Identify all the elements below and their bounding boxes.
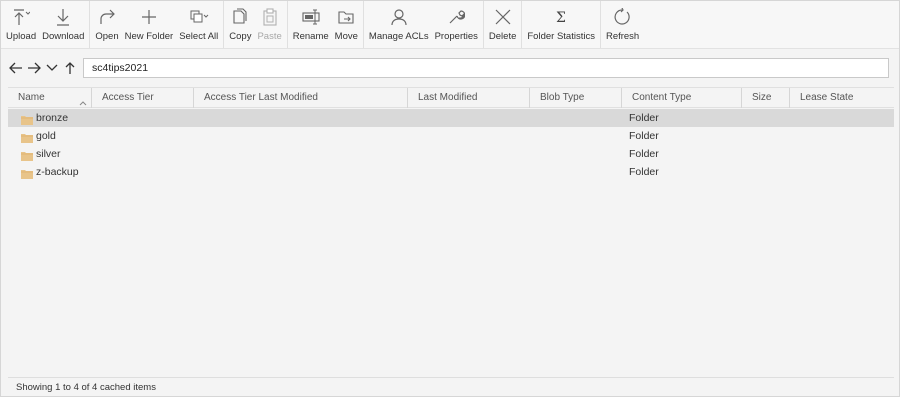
paste-button: Paste bbox=[254, 1, 284, 48]
row-content-type: Folder bbox=[629, 148, 659, 160]
upload-button[interactable]: Upload bbox=[3, 1, 39, 48]
row-content-type: Folder bbox=[629, 130, 659, 142]
refresh-label: Refresh bbox=[605, 31, 640, 42]
folder-icon bbox=[21, 131, 33, 143]
column-header-label: Size bbox=[752, 92, 772, 103]
status-bar: Showing 1 to 4 of 4 cached items bbox=[8, 377, 894, 396]
table-row[interactable]: bronze Folder bbox=[8, 109, 894, 127]
open-label: Open bbox=[95, 31, 119, 42]
folder-statistics-label: Folder Statistics bbox=[527, 31, 595, 42]
move-button[interactable]: Move bbox=[332, 1, 361, 48]
column-header-access-tier-last-modified[interactable]: Access Tier Last Modified bbox=[194, 88, 408, 108]
properties-label: Properties bbox=[434, 31, 478, 42]
address-input[interactable]: sc4tips2021 bbox=[83, 58, 889, 78]
column-header-size[interactable]: Size bbox=[742, 88, 790, 108]
folder-icon bbox=[21, 149, 33, 161]
row-name: bronze bbox=[36, 112, 69, 124]
properties-button[interactable]: Properties bbox=[432, 1, 481, 48]
svg-text:Σ: Σ bbox=[556, 10, 566, 26]
move-icon bbox=[335, 7, 357, 27]
toolbar-group: Refresh bbox=[601, 1, 644, 48]
toolbar-group: Delete bbox=[484, 1, 523, 48]
toolbar-group: Rename Move bbox=[288, 1, 364, 48]
arrow-right-icon bbox=[28, 62, 41, 74]
column-header-content-type[interactable]: Content Type bbox=[622, 88, 742, 108]
row-name: silver bbox=[36, 148, 61, 160]
forward-button[interactable] bbox=[25, 59, 43, 77]
table-row[interactable]: gold Folder bbox=[8, 127, 894, 145]
column-header-name[interactable]: Name bbox=[8, 88, 92, 108]
new-folder-button[interactable]: New Folder bbox=[122, 1, 177, 48]
recent-locations-button[interactable] bbox=[43, 59, 61, 77]
select-all-icon bbox=[188, 7, 210, 27]
refresh-button[interactable]: Refresh bbox=[603, 1, 642, 48]
column-header-label: Last Modified bbox=[418, 92, 478, 103]
arrow-up-icon bbox=[65, 61, 75, 74]
new-folder-label: New Folder bbox=[124, 31, 174, 42]
paste-icon bbox=[259, 7, 281, 27]
column-header-last-modified[interactable]: Last Modified bbox=[408, 88, 530, 108]
table-row[interactable]: z-backup Folder bbox=[8, 163, 894, 181]
table-header: Name Access Tier Access Tier Last Modified… bbox=[8, 87, 894, 108]
table-row[interactable]: silver Folder bbox=[8, 145, 894, 163]
upload-icon bbox=[10, 7, 32, 27]
column-header-label: Content Type bbox=[632, 92, 692, 103]
properties-icon bbox=[445, 7, 467, 27]
refresh-icon bbox=[612, 7, 634, 27]
copy-button[interactable]: Copy bbox=[226, 1, 254, 48]
blob-table: Name Access Tier Access Tier Last Modified… bbox=[8, 87, 894, 377]
toolbar-group: Manage ACLs Properties bbox=[364, 1, 484, 48]
column-header-label: Blob Type bbox=[540, 92, 585, 103]
column-header-label: Name bbox=[18, 92, 45, 103]
download-button[interactable]: Download bbox=[39, 1, 87, 48]
download-icon bbox=[52, 7, 74, 27]
rename-icon bbox=[300, 7, 322, 27]
column-header-lease-state[interactable]: Lease State bbox=[790, 88, 894, 108]
manage-acls-label: Manage ACLs bbox=[368, 31, 429, 42]
paste-label: Paste bbox=[257, 31, 282, 42]
row-name: gold bbox=[36, 130, 56, 142]
folder-icon bbox=[21, 167, 33, 179]
back-button[interactable] bbox=[7, 59, 25, 77]
delete-label: Delete bbox=[488, 31, 517, 42]
arrow-left-icon bbox=[9, 62, 22, 74]
column-header-blob-type[interactable]: Blob Type bbox=[530, 88, 622, 108]
column-header-access-tier[interactable]: Access Tier bbox=[92, 88, 194, 108]
copy-icon bbox=[229, 7, 251, 27]
chevron-down-icon bbox=[46, 64, 58, 71]
column-header-label: Access Tier Last Modified bbox=[204, 92, 318, 103]
column-header-label: Lease State bbox=[800, 92, 854, 103]
folder-statistics-icon: Σ bbox=[550, 7, 572, 27]
toolbar-group: Σ Folder Statistics bbox=[522, 1, 601, 48]
select-all-button[interactable]: Select All bbox=[176, 1, 221, 48]
toolbar: Upload Download Open New Folder Select All Co… bbox=[1, 1, 899, 49]
row-name: z-backup bbox=[36, 166, 79, 178]
toolbar-group: Upload Download bbox=[1, 1, 91, 48]
navigation-bar: sc4tips2021 bbox=[1, 53, 899, 83]
open-icon bbox=[96, 7, 118, 27]
rename-label: Rename bbox=[292, 31, 329, 42]
rename-button[interactable]: Rename bbox=[290, 1, 332, 48]
column-header-label: Access Tier bbox=[102, 92, 154, 103]
copy-label: Copy bbox=[229, 31, 252, 42]
manage-acls-icon bbox=[388, 7, 410, 27]
folder-statistics-button[interactable]: Σ Folder Statistics bbox=[524, 1, 598, 48]
toolbar-group: Open New Folder Select All bbox=[90, 1, 225, 48]
move-label: Move bbox=[334, 31, 358, 42]
download-label: Download bbox=[42, 31, 85, 42]
folder-icon bbox=[21, 113, 33, 125]
storage-explorer-window: Upload Download Open New Folder Select All Co… bbox=[0, 0, 900, 397]
up-button[interactable] bbox=[61, 59, 79, 77]
new-folder-icon bbox=[138, 7, 160, 27]
upload-label: Upload bbox=[6, 31, 37, 42]
manage-acls-button[interactable]: Manage ACLs bbox=[366, 1, 432, 48]
delete-button[interactable]: Delete bbox=[486, 1, 519, 48]
open-button[interactable]: Open bbox=[92, 1, 121, 48]
row-content-type: Folder bbox=[629, 112, 659, 124]
select-all-label: Select All bbox=[179, 31, 219, 42]
delete-icon bbox=[492, 7, 514, 27]
row-content-type: Folder bbox=[629, 166, 659, 178]
toolbar-group: Copy Paste bbox=[224, 1, 288, 48]
